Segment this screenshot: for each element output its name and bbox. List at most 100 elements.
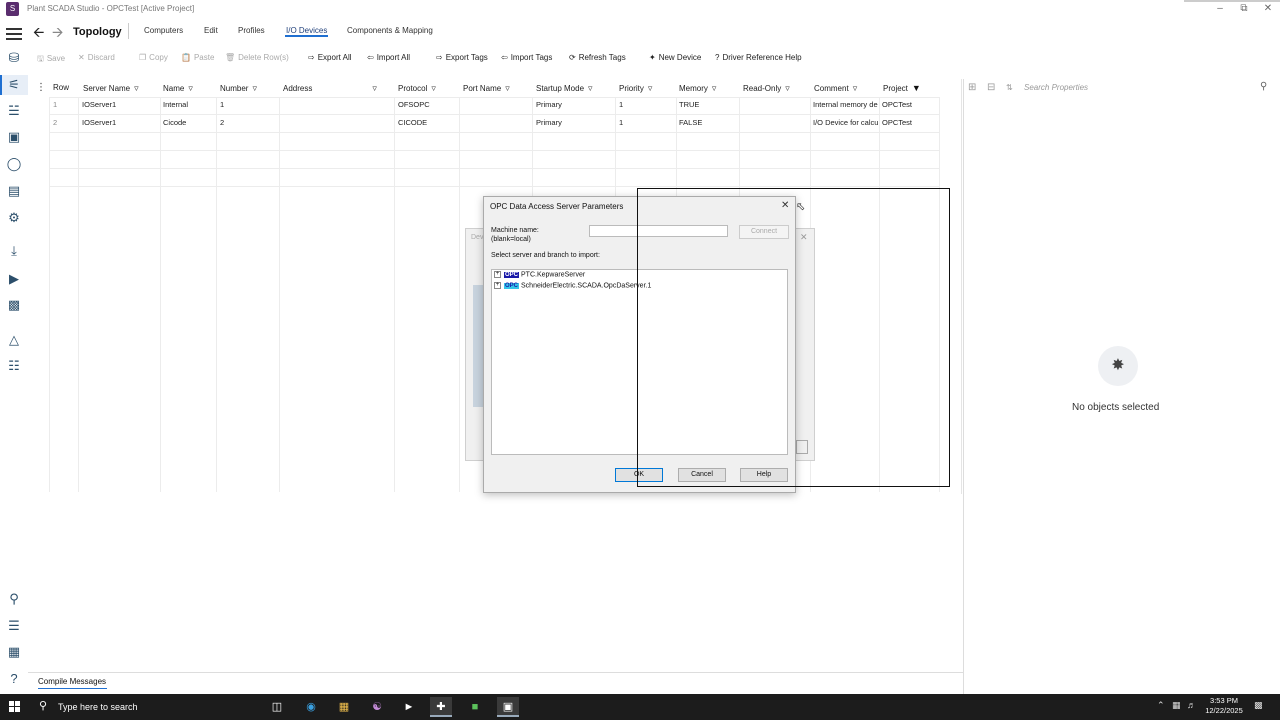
network-icon[interactable]: ▦ xyxy=(1172,700,1181,711)
filter-icon[interactable]: ▿ xyxy=(431,79,436,97)
filter-icon[interactable]: ▿ xyxy=(588,79,593,97)
shield-icon[interactable]: ◯ xyxy=(5,155,23,173)
task-view-icon[interactable]: ◫ xyxy=(266,697,288,717)
copy-button[interactable]: ❐ Copy xyxy=(139,53,168,62)
taskbar-search-input[interactable]: Type here to search xyxy=(58,702,138,712)
table-cell[interactable]: 1 xyxy=(619,114,673,132)
col-header-read-only[interactable]: Read-Only ▿ xyxy=(743,79,809,97)
table-cell[interactable]: OPCTest xyxy=(882,96,938,114)
expand-icon[interactable]: + xyxy=(494,271,501,278)
table-cell[interactable]: Internal memory de xyxy=(813,96,879,114)
table-cell[interactable]: 2 xyxy=(53,114,57,132)
col-header-number[interactable]: Number ▿ xyxy=(220,79,278,97)
filter-icon[interactable]: ▿ xyxy=(648,79,653,97)
back-arrow-icon[interactable]: 🡨 xyxy=(33,22,44,46)
col-header-server-name[interactable]: Server Name ▿ xyxy=(83,79,161,97)
col-header-priority[interactable]: Priority ▿ xyxy=(619,79,675,97)
col-header-name[interactable]: Name ▿ xyxy=(163,79,216,97)
list-view-icon[interactable]: ⊟ xyxy=(987,82,995,93)
windows-start-icon[interactable] xyxy=(9,701,21,713)
table-cell[interactable] xyxy=(463,114,529,132)
filter-active-icon[interactable]: ▼ xyxy=(912,79,921,97)
display-client-icon[interactable]: ▩ xyxy=(5,296,23,314)
file-explorer-icon[interactable]: ▦ xyxy=(333,697,355,717)
export-tags-button[interactable]: ⇨ Export Tags xyxy=(436,53,488,62)
notification-icon[interactable]: ▩ xyxy=(1254,700,1263,711)
col-header-address[interactable]: Address ▿ xyxy=(283,79,393,97)
monitor-icon[interactable]: ▣ xyxy=(5,128,23,146)
tab-io-devices[interactable]: I/O Devices xyxy=(286,26,327,35)
save-button[interactable]: 🖫 Save xyxy=(37,53,65,67)
volume-icon[interactable]: ♬ xyxy=(1187,700,1196,710)
sort-az-icon[interactable]: ⇅ xyxy=(1006,83,1013,92)
shapes-icon[interactable]: △ xyxy=(5,331,23,349)
opc-client-icon[interactable]: ▣ xyxy=(497,697,519,717)
table-cell[interactable] xyxy=(743,114,807,132)
discard-button[interactable]: ✕ Discard xyxy=(78,53,115,62)
row-options-icon[interactable]: ⋮ xyxy=(36,82,46,93)
delete-rows-button[interactable]: 🗑 Delete Row(s) xyxy=(225,53,289,62)
table-cell[interactable]: CICODE xyxy=(398,114,458,132)
col-header-protocol[interactable]: Protocol ▿ xyxy=(398,79,458,97)
tree-item-kepware[interactable]: + OPC PTC.KepwareServer xyxy=(494,271,585,278)
table-cell[interactable]: Internal xyxy=(163,96,215,114)
hierarchy-icon[interactable]: ☱ xyxy=(5,102,23,120)
paste-button[interactable]: 📋 Paste xyxy=(181,53,214,62)
table-cell[interactable] xyxy=(283,96,391,114)
filter-icon[interactable]: ▿ xyxy=(252,79,257,97)
driver-reference-help-button[interactable]: ? Driver Reference Help xyxy=(715,53,802,62)
filter-icon[interactable]: ▿ xyxy=(853,79,858,97)
col-header-row[interactable]: Row xyxy=(53,79,78,97)
table-cell[interactable] xyxy=(743,96,807,114)
filter-icon[interactable]: ▿ xyxy=(188,79,193,97)
search-icon[interactable]: ⚲ xyxy=(5,590,23,608)
gear-icon[interactable]: ⚙ xyxy=(5,209,23,227)
col-header-memory[interactable]: Memory ▿ xyxy=(679,79,739,97)
download-icon[interactable]: ⤓ xyxy=(5,242,23,260)
table-cell[interactable]: 2 xyxy=(220,114,276,132)
col-header-port-name[interactable]: Port Name ▿ xyxy=(463,79,531,97)
table-cell[interactable]: 1 xyxy=(220,96,276,114)
new-device-button[interactable]: ✦ New Device xyxy=(649,53,701,62)
import-tags-button[interactable]: ⇦ Import Tags xyxy=(501,53,552,62)
table-cell[interactable]: FALSE xyxy=(679,114,737,132)
list-icon[interactable]: ☰ xyxy=(5,617,23,635)
tree-item-schneider[interactable]: + OPC SchneiderElectric.SCADA.OpcDaServer.… xyxy=(494,282,651,289)
minimize-icon[interactable]: – xyxy=(1210,2,1230,16)
table-cell[interactable]: IOServer1 xyxy=(82,96,158,114)
refresh-tags-button[interactable]: ⟳ Refresh Tags xyxy=(569,53,626,62)
play-icon[interactable]: ▶ xyxy=(5,270,23,288)
tray-chevron-icon[interactable]: ⌃ xyxy=(1157,700,1165,711)
filter-icon[interactable]: ▿ xyxy=(372,79,377,97)
hamburger-menu-icon[interactable] xyxy=(6,28,22,42)
plant-scada-studio-icon[interactable]: ✚ xyxy=(430,697,452,717)
table-cell[interactable] xyxy=(283,114,391,132)
table-cell[interactable]: 1 xyxy=(53,96,57,114)
import-all-button[interactable]: ⇦ Import All xyxy=(367,53,410,62)
export-all-button[interactable]: ⇨ Export All xyxy=(308,53,352,62)
grid-view-icon[interactable]: ⊞ xyxy=(968,82,976,93)
edge-browser-icon[interactable]: ◉ xyxy=(300,697,322,717)
table-cell[interactable]: I/O Device for calcu xyxy=(813,114,879,132)
report-icon[interactable]: ☷ xyxy=(5,357,23,375)
database-icon[interactable]: ⛁ xyxy=(5,49,23,67)
tab-components-mapping[interactable]: Components & Mapping xyxy=(347,26,433,35)
kepserver-icon[interactable]: ■ xyxy=(464,697,486,717)
studio-app-icon[interactable]: ► xyxy=(398,697,420,717)
table-cell[interactable]: Primary xyxy=(536,114,612,132)
documents-icon[interactable]: ▤ xyxy=(5,182,23,200)
col-header-project[interactable]: Project ▼ xyxy=(883,79,939,97)
table-cell[interactable]: Cicode xyxy=(163,114,215,132)
table-cell[interactable]: IOServer1 xyxy=(82,114,158,132)
close-window-icon[interactable]: ✕ xyxy=(1258,2,1278,16)
compile-messages-tab[interactable]: Compile Messages xyxy=(38,677,106,686)
search-icon[interactable]: ⚲ xyxy=(39,699,47,712)
restore-icon[interactable]: ⧉ xyxy=(1234,2,1254,16)
col-header-startup-mode[interactable]: Startup Mode ▿ xyxy=(536,79,614,97)
expand-icon[interactable]: + xyxy=(494,282,501,289)
tab-computers[interactable]: Computers xyxy=(144,26,183,35)
filter-icon[interactable]: ▿ xyxy=(712,79,717,97)
help-icon[interactable]: ? xyxy=(5,670,23,688)
table-cell[interactable]: OPCTest xyxy=(882,114,938,132)
properties-search-input[interactable]: Search Properties xyxy=(1024,83,1088,92)
